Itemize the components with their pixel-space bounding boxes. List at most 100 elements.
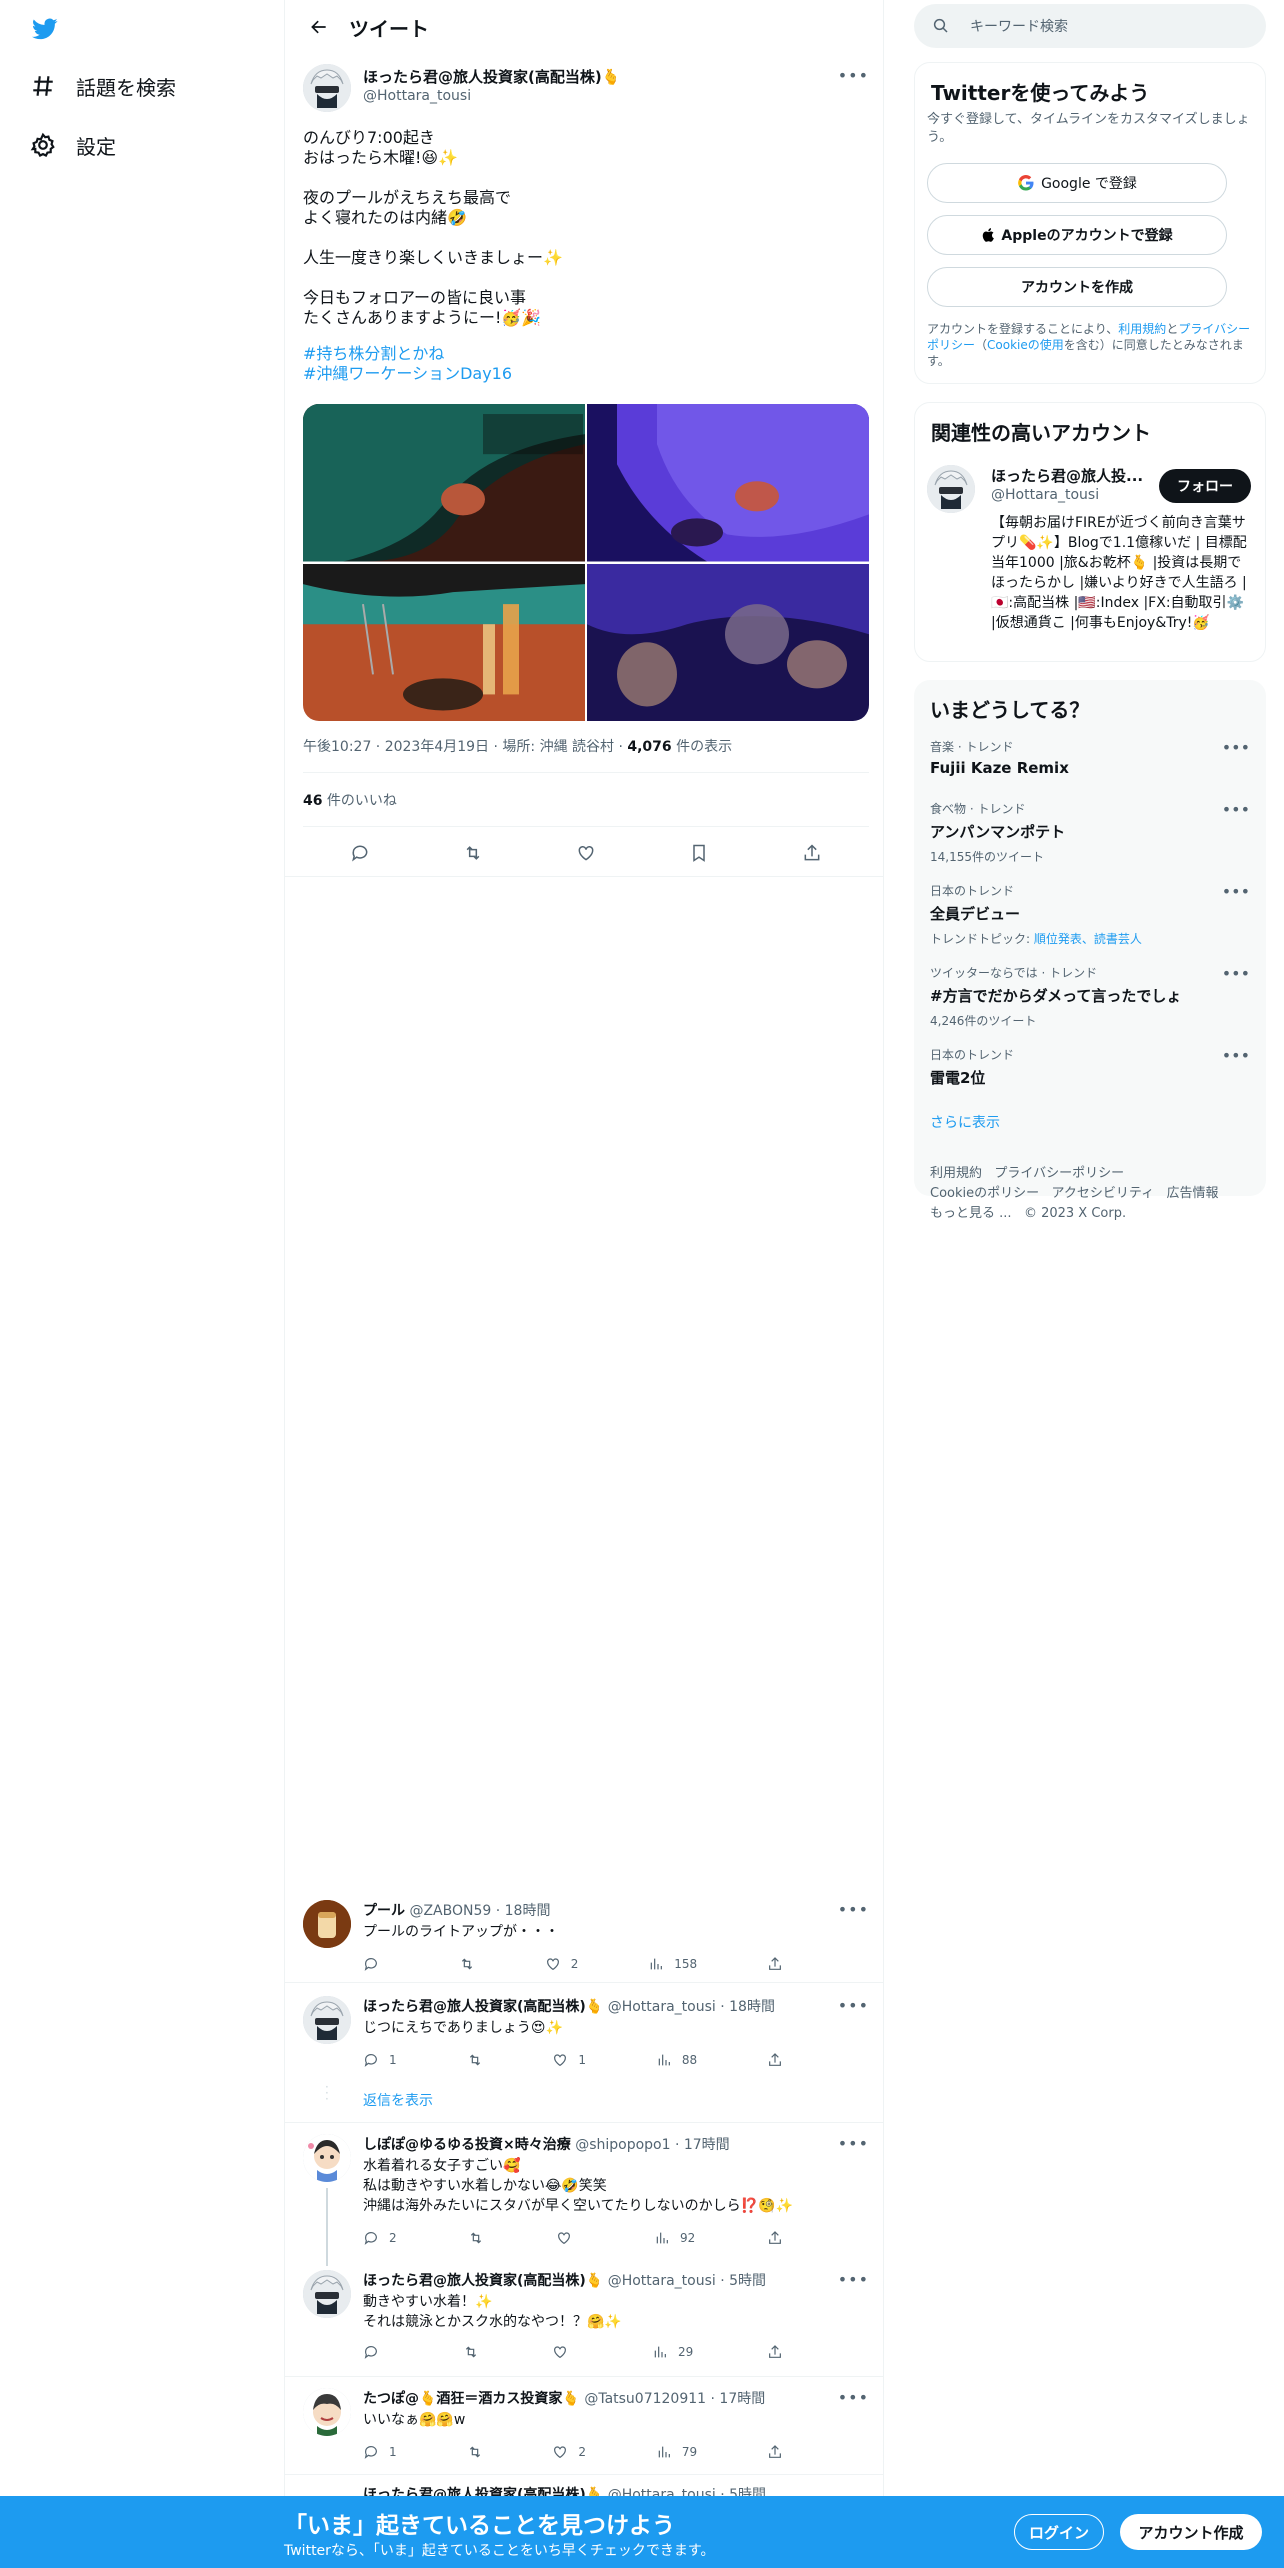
like-icon[interactable] <box>556 2230 582 2246</box>
reply-author-handle[interactable]: @Hottara_tousi <box>608 1999 716 2015</box>
show-more-link[interactable]: さらに表示 <box>930 1112 1000 1132</box>
cookie-link[interactable]: Cookieの使用 <box>987 338 1064 352</box>
terms-link[interactable]: 利用規約 <box>1118 322 1166 336</box>
show-replies-link[interactable]: 返信を表示 <box>363 2090 433 2110</box>
share-icon[interactable] <box>767 2444 783 2460</box>
trend-topic-link[interactable]: 順位発表、読書芸人 <box>1034 932 1142 946</box>
tweet-time[interactable]: 午後10:27 · 2023年4月19日 · 場所: 沖縄 読谷村 · <box>303 739 627 755</box>
reply-time[interactable]: · 17時間 <box>675 2137 730 2153</box>
retweet-icon[interactable] <box>459 1956 475 1972</box>
retweet-icon[interactable] <box>467 2052 483 2068</box>
google-signup-button[interactable]: Google で登録 <box>927 163 1227 203</box>
like-icon[interactable]: 2 <box>545 1956 578 1972</box>
footer-link[interactable]: Cookieのポリシー <box>930 1186 1039 1201</box>
reply-time[interactable]: · 18時間 <box>720 1999 775 2015</box>
back-arrow-icon[interactable] <box>299 7 339 47</box>
reply-author-handle[interactable]: @shipopopo1 <box>575 2137 670 2153</box>
twitter-logo-icon[interactable] <box>30 16 60 42</box>
footer-link[interactable]: 広告情報 <box>1167 1186 1219 1201</box>
views-icon[interactable]: 88 <box>656 2052 697 2068</box>
avatar[interactable] <box>303 1996 351 2044</box>
reply-author-name[interactable]: プール <box>363 1903 405 1919</box>
follow-button[interactable]: フォロー <box>1159 469 1251 503</box>
reply-tweet[interactable]: ほったら君@旅人投資家(高配当株)🫰 @Hottara_tousi · 5時間 … <box>285 2270 883 2366</box>
footer-link[interactable]: 利用規約 <box>930 1166 982 1181</box>
reply-author-name[interactable]: たつぽ@🫰酒狂＝酒カス投資家🫰 <box>363 2391 580 2407</box>
reply-time[interactable]: · 17時間 <box>711 2391 766 2407</box>
footer-link[interactable]: プライバシーポリシー <box>994 1166 1124 1181</box>
retweet-icon[interactable] <box>468 2230 484 2246</box>
trend-item[interactable]: 日本のトレンド 全員デビュー トレンドトピック: 順位発表、読書芸人 ••• <box>930 882 1250 947</box>
reply-author-name[interactable]: しぽぽ@ゆるゆる投資×時々治療 <box>363 2137 571 2153</box>
tweet-photo[interactable] <box>303 563 585 721</box>
share-icon[interactable] <box>767 2230 783 2246</box>
likes-count[interactable]: 46 件のいいね <box>303 790 397 810</box>
search-input[interactable]: キーワード検索 <box>914 4 1266 48</box>
tweet-photo[interactable] <box>587 563 869 721</box>
more-icon[interactable]: ••• <box>1222 1046 1250 1065</box>
related-name[interactable]: ほったら君@旅人投... <box>991 465 1143 486</box>
nav-explore[interactable]: 話題を検索 <box>30 66 176 106</box>
reply-tweet[interactable]: ほったら君@旅人投資家(高配当株)🫰 @Hottara_tousi · 18時間… <box>285 1996 883 2092</box>
like-icon[interactable] <box>569 836 603 870</box>
author-name[interactable]: ほったら君@旅人投資家(高配当株)🫰 <box>363 66 620 87</box>
reply-icon[interactable]: 1 <box>363 2444 397 2460</box>
login-button[interactable]: ログイン <box>1014 2514 1104 2550</box>
avatar[interactable] <box>303 2134 351 2182</box>
reply-tweet[interactable]: しぽぽ@ゆるゆる投資×時々治療 @shipopopo1 · 17時間 ••• 水… <box>285 2134 883 2264</box>
apple-signup-button[interactable]: Appleのアカウントで登録 <box>927 215 1227 255</box>
bookmark-icon[interactable] <box>682 836 716 870</box>
reply-icon[interactable] <box>363 2344 389 2360</box>
share-icon[interactable] <box>767 2052 783 2068</box>
avatar[interactable] <box>927 465 975 513</box>
reply-author-handle[interactable]: @ZABON59 <box>409 1903 491 1919</box>
more-icon[interactable]: ••• <box>838 66 869 85</box>
reply-icon[interactable] <box>343 836 377 870</box>
more-icon[interactable]: ••• <box>1222 800 1250 819</box>
reply-tweet[interactable]: たつぽ@🫰酒狂＝酒カス投資家🫰 @Tatsu07120911 · 17時間 ••… <box>285 2388 883 2478</box>
hashtag-link[interactable]: #沖縄ワーケーションDay16 <box>303 364 512 383</box>
reply-author-handle[interactable]: @Tatsu07120911 <box>584 2391 706 2407</box>
trend-item[interactable]: ツイッターならでは · トレンド #方言でだからダメって言ったでしょ 4,246… <box>930 964 1250 1029</box>
more-icon[interactable]: ••• <box>838 1900 869 1919</box>
avatar[interactable] <box>303 1900 351 1948</box>
share-icon[interactable] <box>767 2344 783 2360</box>
like-icon[interactable]: 2 <box>552 2444 586 2460</box>
views-icon[interactable]: 158 <box>648 1956 697 1972</box>
nav-settings[interactable]: 設定 <box>30 125 116 165</box>
reply-icon[interactable]: 1 <box>363 2052 397 2068</box>
views-icon[interactable]: 79 <box>656 2444 697 2460</box>
trend-item[interactable]: 日本のトレンド 雷電2位 ••• <box>930 1046 1250 1088</box>
reply-author-name[interactable]: ほったら君@旅人投資家(高配当株)🫰 <box>363 2273 603 2289</box>
reply-time[interactable]: · 5時間 <box>720 2273 766 2289</box>
retweet-icon[interactable] <box>467 2444 483 2460</box>
more-icon[interactable]: ••• <box>1222 882 1250 901</box>
reply-author-name[interactable]: ほったら君@旅人投資家(高配当株)🫰 <box>363 1999 603 2015</box>
avatar[interactable] <box>303 2388 351 2436</box>
retweet-icon[interactable] <box>456 836 490 870</box>
create-account-button[interactable]: アカウントを作成 <box>927 267 1227 307</box>
trend-item[interactable]: 音楽 · トレンド Fujii Kaze Remix ••• <box>930 738 1250 777</box>
footer-link[interactable]: アクセシビリティ <box>1052 1186 1155 1201</box>
signup-button[interactable]: アカウント作成 <box>1120 2514 1262 2550</box>
retweet-icon[interactable] <box>463 2344 479 2360</box>
reply-tweet[interactable]: ほったら君@旅人投資家(高配当株)🫰 @Hottara_tousi · 5時間 <box>285 2484 883 2503</box>
share-icon[interactable] <box>795 836 829 870</box>
more-icon[interactable]: ••• <box>1222 738 1250 757</box>
hashtag-link[interactable]: #持ち株分割とかね <box>303 344 444 363</box>
reply-time[interactable]: · 18時間 <box>496 1903 551 1919</box>
related-handle[interactable]: @Hottara_tousi <box>991 487 1099 503</box>
tweet-photo[interactable] <box>587 404 869 562</box>
like-icon[interactable] <box>552 2344 578 2360</box>
views-icon[interactable]: 29 <box>652 2344 693 2360</box>
tweet-photo[interactable] <box>303 404 585 562</box>
reply-icon[interactable] <box>363 1956 389 1972</box>
reply-author-handle[interactable]: @Hottara_tousi <box>608 2273 716 2289</box>
avatar[interactable] <box>303 64 351 112</box>
more-icon[interactable]: ••• <box>838 1996 869 2015</box>
more-icon[interactable]: ••• <box>838 2270 869 2289</box>
reply-tweet[interactable]: プール @ZABON59 · 18時間 ••• プールのライトアップが・・・ 2… <box>285 1900 883 1988</box>
like-icon[interactable]: 1 <box>552 2052 586 2068</box>
views-icon[interactable]: 92 <box>654 2230 695 2246</box>
footer-link[interactable]: もっと見る ... <box>930 1206 1012 1221</box>
